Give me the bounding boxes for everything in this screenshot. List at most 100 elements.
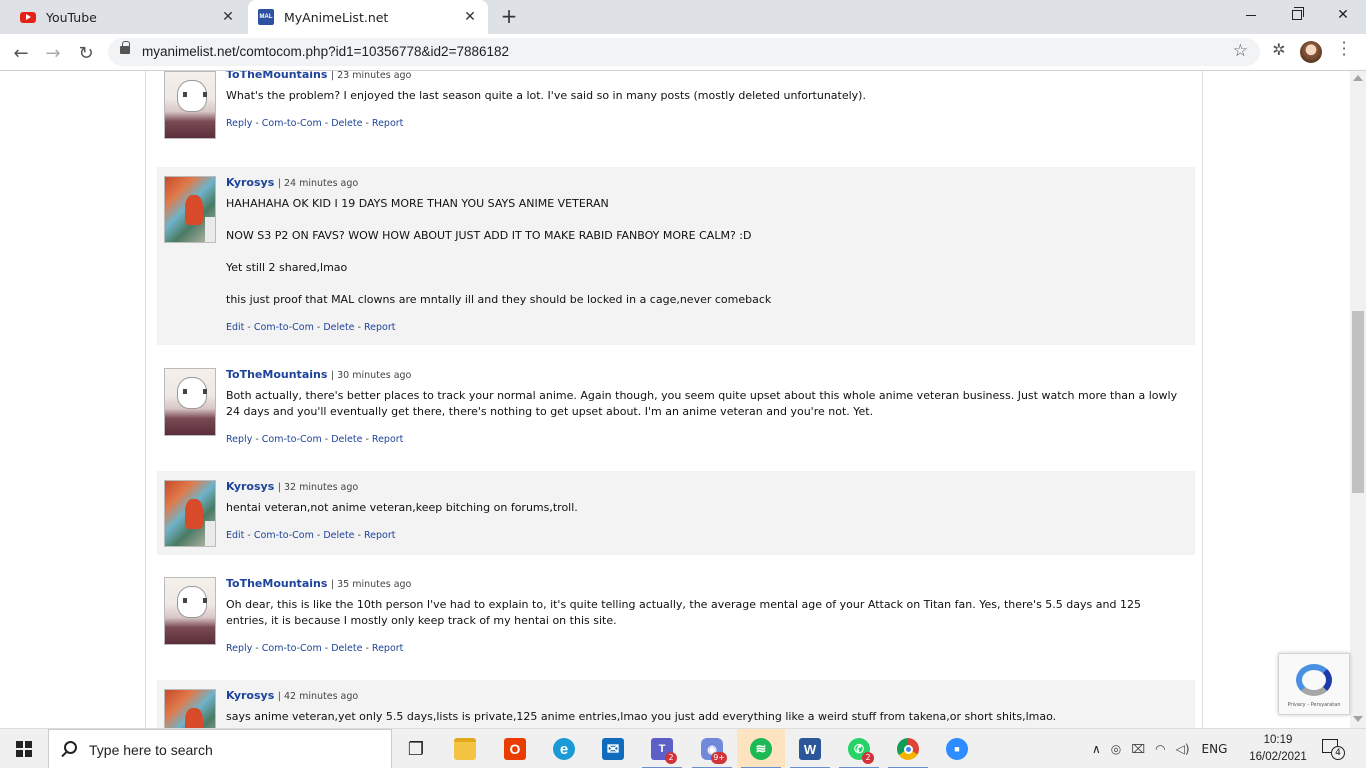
tab-myanimelist[interactable]: MAL MyAnimeList.net ✕ [248, 0, 488, 34]
back-button[interactable]: ← [8, 40, 34, 66]
vertical-scrollbar[interactable] [1350, 71, 1366, 728]
restore-button[interactable] [1274, 0, 1320, 30]
recaptcha-links[interactable]: Privacy - Persyaratan [1279, 702, 1349, 708]
forward-button[interactable]: → [40, 40, 66, 66]
reply-link[interactable]: Reply [226, 118, 252, 129]
delete-link[interactable]: Delete [323, 322, 354, 333]
spotify-icon: ≋ [750, 738, 772, 760]
menu-icon[interactable]: · · · [1338, 35, 1350, 63]
mail-icon: ✉ [602, 738, 624, 760]
volume-icon[interactable]: ◁) [1176, 742, 1190, 756]
report-link[interactable]: Report [372, 643, 404, 654]
edit-link[interactable]: Edit [226, 530, 244, 541]
windows-icon [16, 741, 32, 757]
network-icon[interactable]: ⌧ [1131, 742, 1145, 756]
user-avatar[interactable] [164, 577, 216, 645]
timestamp: | 42 minutes ago [277, 691, 359, 702]
taskbar-search[interactable]: Type here to search [48, 729, 392, 768]
com-to-com-link[interactable]: Com-to-Com [262, 118, 322, 129]
comment: Kyrosys | 32 minutes ago hentai veteran,… [157, 471, 1195, 555]
new-tab-button[interactable]: + [498, 6, 520, 28]
com-to-com-link[interactable]: Com-to-Com [262, 643, 322, 654]
edge-icon: e [553, 738, 575, 760]
notification-count: 4 [1331, 746, 1345, 760]
mail-button[interactable]: ✉ [589, 729, 637, 768]
discord-button[interactable]: ◉ 9+ [688, 729, 736, 768]
scroll-down-icon[interactable] [1353, 716, 1363, 722]
bookmark-star-icon[interactable]: ☆ [1233, 41, 1248, 61]
comment-text: NOW S3 P2 ON FAVS? WOW HOW ABOUT JUST AD… [226, 229, 752, 242]
chrome-icon [897, 738, 919, 760]
scrollbar-thumb[interactable] [1352, 311, 1364, 493]
report-link[interactable]: Report [372, 434, 404, 445]
file-explorer-button[interactable] [441, 729, 489, 768]
username-link[interactable]: ToTheMountains [226, 368, 327, 381]
delete-link[interactable]: Delete [331, 118, 362, 129]
username-link[interactable]: ToTheMountains [226, 71, 327, 81]
comment-text: HAHAHAHA OK KID I 19 DAYS MORE THAN YOU … [226, 197, 609, 210]
comment: Kyrosys | 42 minutes ago says anime vete… [157, 680, 1195, 728]
reply-link[interactable]: Reply [226, 434, 252, 445]
recaptcha-badge[interactable]: Privacy - Persyaratan [1278, 653, 1350, 715]
comment-text: Oh dear, this is like the 10th person I'… [226, 598, 1141, 627]
com-to-com-link[interactable]: Com-to-Com [254, 322, 314, 333]
comment-text: Yet still 2 shared,lmao [226, 261, 348, 274]
report-link[interactable]: Report [364, 530, 396, 541]
url-text[interactable]: myanimelist.net/comtocom.php?id1=1035677… [142, 44, 509, 59]
address-bar[interactable]: myanimelist.net/comtocom.php?id1=1035677… [108, 38, 1260, 66]
chevron-up-icon[interactable]: ∧ [1092, 742, 1101, 756]
spotify-button[interactable]: ≋ [737, 729, 785, 768]
report-link[interactable]: Report [364, 322, 396, 333]
user-avatar[interactable] [164, 480, 216, 547]
zoom-button[interactable]: ■ [933, 729, 981, 768]
username-link[interactable]: Kyrosys [226, 480, 274, 493]
chrome-button[interactable] [884, 729, 932, 768]
delete-link[interactable]: Delete [323, 530, 354, 541]
clock-time: 10:19 [1263, 734, 1293, 746]
notification-center-button[interactable]: 4 [1322, 739, 1345, 760]
scroll-up-icon[interactable] [1353, 75, 1363, 81]
tab-title: MyAnimeList.net [284, 9, 389, 25]
edge-button[interactable]: e [540, 729, 588, 768]
delete-link[interactable]: Delete [331, 643, 362, 654]
close-tab-icon[interactable]: ✕ [462, 9, 478, 25]
user-avatar[interactable] [164, 71, 216, 139]
teams-button[interactable]: T 2 [638, 729, 686, 768]
report-link[interactable]: Report [372, 118, 404, 129]
username-link[interactable]: Kyrosys [226, 176, 274, 189]
comment-actions: Reply - Com-to-Com - Delete - Report [226, 434, 404, 445]
comment: ToTheMountains | 35 minutes ago Oh dear,… [157, 568, 1195, 668]
user-avatar[interactable] [164, 368, 216, 436]
whatsapp-button[interactable]: ✆ 2 [835, 729, 883, 768]
minimize-button[interactable] [1228, 0, 1274, 30]
comment-actions: Edit - Com-to-Com - Delete - Report [226, 322, 396, 333]
com-to-com-link[interactable]: Com-to-Com [254, 530, 314, 541]
reload-button[interactable]: ↻ [73, 40, 99, 66]
extensions-icon[interactable]: ✲ [1270, 40, 1288, 59]
clock[interactable]: 10:19 16/02/2021 [1244, 732, 1312, 766]
wifi-icon[interactable]: ◠ [1155, 742, 1165, 756]
user-avatar[interactable] [164, 689, 216, 728]
delete-link[interactable]: Delete [331, 434, 362, 445]
language-indicator[interactable]: ENG [1202, 742, 1228, 756]
username-link[interactable]: ToTheMountains [226, 577, 327, 590]
comment-actions: Reply - Com-to-Com - Delete - Report [226, 118, 404, 129]
close-window-button[interactable]: ✕ [1320, 0, 1366, 30]
start-button[interactable] [0, 729, 48, 768]
office-button[interactable]: O [491, 729, 539, 768]
avatar[interactable] [1300, 41, 1322, 63]
notification-badge: 2 [665, 752, 677, 764]
reply-link[interactable]: Reply [226, 643, 252, 654]
com-to-com-link[interactable]: Com-to-Com [262, 434, 322, 445]
security-icon[interactable]: ◎ [1111, 742, 1121, 756]
username-link[interactable]: Kyrosys [226, 689, 274, 702]
search-input[interactable]: Type here to search [89, 742, 213, 758]
task-view-button[interactable]: ❐ [392, 729, 440, 768]
close-tab-icon[interactable]: ✕ [220, 9, 236, 25]
lock-icon[interactable] [120, 41, 130, 54]
tab-youtube[interactable]: YouTube ✕ [0, 0, 246, 34]
comment-text: this just proof that MAL clowns are mnta… [226, 293, 772, 306]
word-button[interactable]: W [786, 729, 834, 768]
user-avatar[interactable] [164, 176, 216, 243]
edit-link[interactable]: Edit [226, 322, 244, 333]
